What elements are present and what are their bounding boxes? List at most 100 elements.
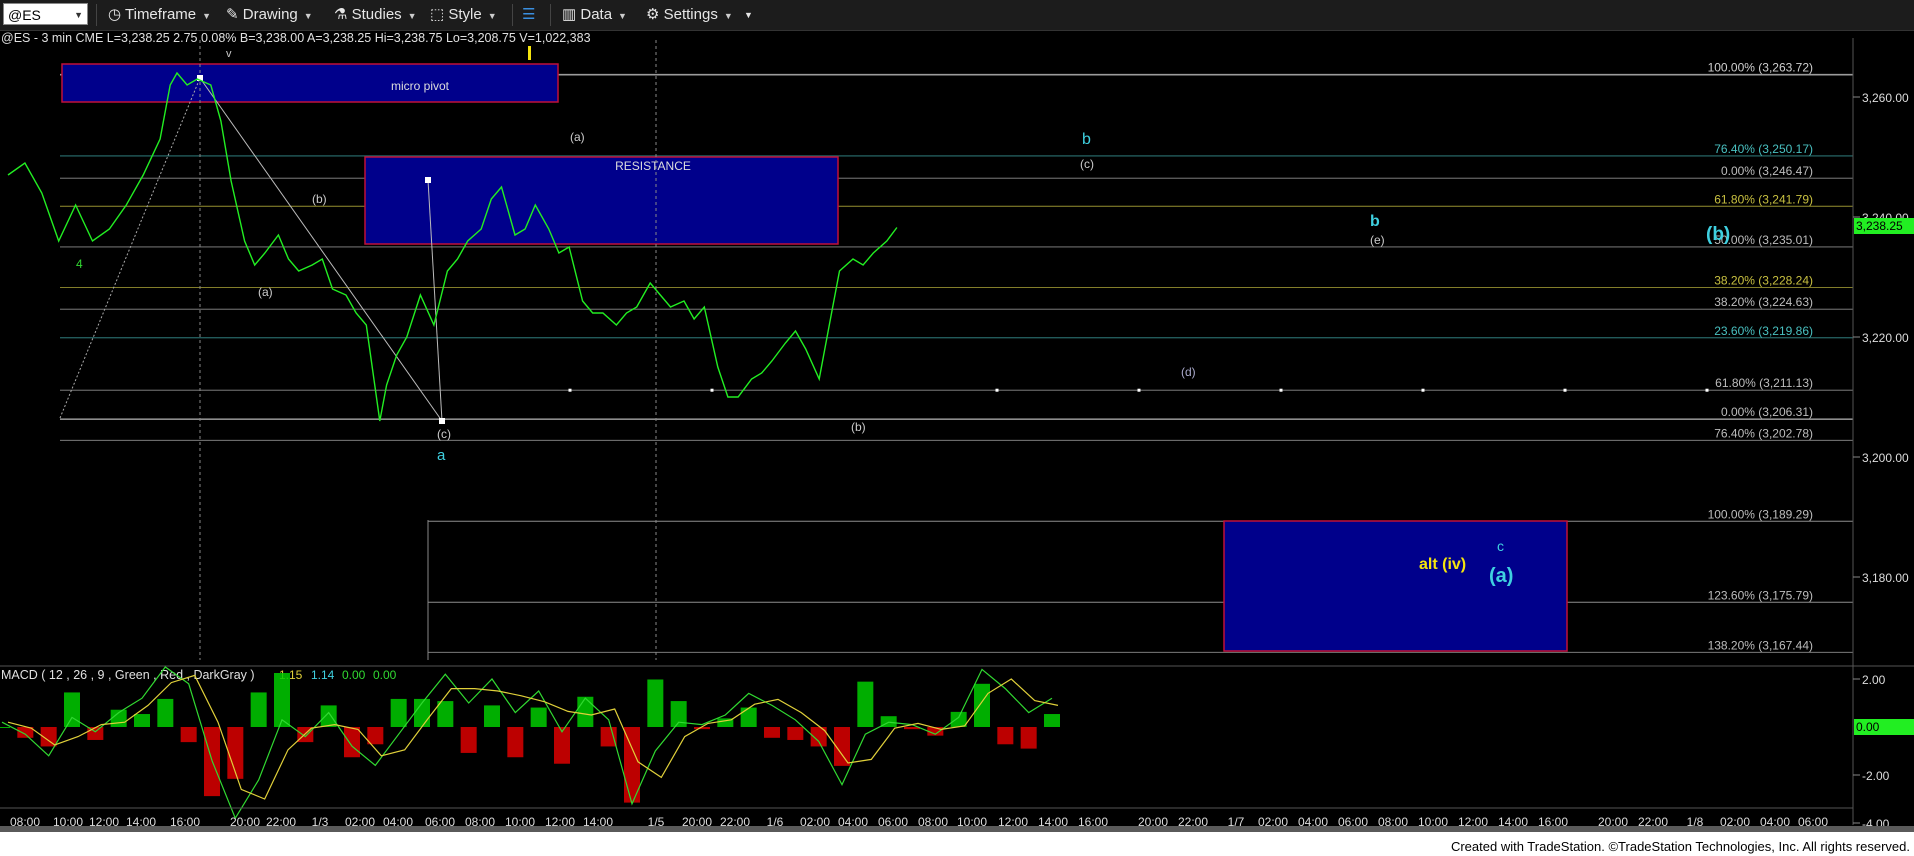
- projection-dot: [568, 388, 572, 392]
- wave-4-label: 4: [76, 257, 83, 271]
- macd-value-3: 0.00: [342, 668, 366, 682]
- wave-a-small2-label: (a): [570, 130, 585, 144]
- fib-label: 0.00% (3,246.47): [1721, 164, 1813, 178]
- wave-v-label: v: [226, 48, 232, 60]
- macd-hist-bar: [974, 683, 990, 727]
- macd-hist-bar: [1044, 714, 1060, 727]
- wave-e-label: (e): [1370, 233, 1385, 247]
- fib-label: 100.00% (3,263.72): [1708, 61, 1813, 75]
- flask-icon: ⚗: [334, 6, 348, 23]
- macd-hist-bar: [950, 711, 967, 727]
- macd-hist-bar: [180, 727, 197, 743]
- gear-icon: ⚙: [646, 6, 660, 23]
- macd-hist-bar: [320, 705, 337, 727]
- pencil-icon: ✎: [226, 6, 239, 23]
- drawing-button[interactable]: ✎ Drawing ▼: [226, 4, 313, 26]
- macd-hist-bar: [460, 727, 477, 753]
- macd-histogram: [0, 673, 1060, 803]
- chevron-down-icon[interactable]: ▼: [74, 4, 83, 26]
- macd-line: [1, 666, 1053, 820]
- macd-hist-bar: [997, 727, 1014, 745]
- macd-hist-bar: [530, 707, 547, 727]
- fib-label: 61.80% (3,211.13): [1715, 376, 1813, 390]
- chevron-down-icon[interactable]: ▼: [744, 4, 753, 26]
- macd-zero-label: 0.00: [1856, 720, 1880, 734]
- fib-label: 138.20% (3,167.44): [1708, 638, 1813, 652]
- projection-dot: [710, 388, 714, 392]
- wave-lines: [59, 40, 657, 660]
- macd-hist-bar: [134, 714, 150, 727]
- signal-line: [7, 674, 1059, 800]
- symbol-input[interactable]: @ES ▼: [3, 3, 88, 25]
- price-tick-label: 3,220.00: [1862, 331, 1909, 345]
- macd-hist-bar: [274, 673, 290, 727]
- style-icon: ⬚: [430, 6, 445, 23]
- resistance-label: RESISTANCE: [615, 159, 691, 173]
- macd-hist-bar: [740, 707, 757, 727]
- macd-hist-bar: [0, 727, 10, 728]
- wave-b-small-label: (b): [312, 192, 327, 206]
- macd-hist-bar: [64, 692, 80, 727]
- macd-hist-bar: [367, 727, 384, 745]
- style-button[interactable]: ⬚ Style ▼: [430, 4, 497, 26]
- wave-B-big-label: (b): [1706, 224, 1730, 245]
- fib-label: 76.40% (3,250.17): [1714, 142, 1813, 156]
- studies-button[interactable]: ⚗ Studies ▼: [334, 4, 417, 26]
- fib-label: 76.40% (3,202.78): [1714, 426, 1813, 440]
- settings-label: Settings: [663, 6, 718, 23]
- price-tick-label: 3,180.00: [1862, 571, 1909, 585]
- target-box: [1223, 520, 1568, 652]
- fib-label: 123.60% (3,175.79): [1708, 588, 1813, 602]
- wave-c-cyan-label: c: [1497, 538, 1504, 554]
- time-axis: 08:00 10:00 12:00 14:00 16:00 20:00 22:00 1/3 02…: [0, 807, 1853, 827]
- price-chart[interactable]: @ES - 3 min CME L=3,238.25 2.75 0.08% B=…: [0, 31, 1914, 827]
- macd-hist-bar: [787, 727, 804, 740]
- toolbar-divider: [550, 4, 551, 26]
- timeframe-button[interactable]: ◷ Timeframe ▼: [108, 4, 211, 26]
- projection-dot: [995, 388, 999, 392]
- fib-label: 38.20% (3,224.63): [1714, 295, 1813, 309]
- alt-iv-label: alt (iv): [1419, 556, 1466, 573]
- chevron-down-icon: ▼: [618, 11, 627, 21]
- macd-hist-bar: [390, 698, 407, 727]
- style-label: Style: [448, 6, 482, 23]
- wave-b-right-label: b: [1370, 213, 1380, 230]
- projection-dot: [1563, 388, 1567, 392]
- macd-tick-label: 2.00: [1862, 673, 1886, 687]
- price-axis: 3,180.003,200.003,220.003,240.003,260.00: [1853, 91, 1909, 585]
- macd-hist-bar: [507, 727, 524, 758]
- chart-toolbar: @ES ▼ ◷ Timeframe ▼ ✎ Drawing ▼ ⚗ Studies ▼ …: [0, 0, 1914, 31]
- fib-levels: 100.00% (3,263.72) 76.40% (3,250.17) 0.00%…: [60, 61, 1853, 653]
- wave-c-small-label: (c): [437, 427, 451, 441]
- projection-dot: [1137, 388, 1141, 392]
- macd-hist-bar: [577, 696, 594, 727]
- wave-A-big-label: (a): [1489, 565, 1513, 587]
- wave-c-top-label: (c): [1080, 157, 1094, 171]
- macd-value-2: 1.14: [311, 668, 335, 682]
- macd-hist-bar: [484, 705, 500, 727]
- wave-a-label: a: [437, 447, 446, 464]
- price-tick-label: 3,260.00: [1862, 91, 1909, 105]
- macd-tick-label: -2.00: [1862, 769, 1890, 783]
- macd-hist-bar: [1020, 727, 1037, 749]
- price-tick-label: 3,200.00: [1862, 451, 1909, 465]
- last-price-label: 3,238.25: [1856, 219, 1903, 233]
- projection-dot: [1279, 388, 1283, 392]
- settings-button[interactable]: ⚙ Settings ▼: [646, 4, 733, 26]
- data-label: Data: [580, 6, 613, 23]
- chevron-down-icon: ▼: [303, 11, 313, 21]
- projection-dot: [1705, 388, 1709, 392]
- symbol-header: @ES - 3 min CME L=3,238.25 2.75 0.08% B=…: [1, 31, 591, 45]
- data-button[interactable]: ▥ Data ▼: [562, 4, 627, 26]
- resistance-box: [364, 156, 839, 245]
- macd-hist-bar: [764, 727, 780, 738]
- layout-icon[interactable]: ☰: [522, 4, 535, 26]
- wave-a-small-label: (a): [258, 285, 273, 299]
- wave-b-small2-label: (b): [851, 420, 866, 434]
- macd-hist-bar: [600, 727, 617, 747]
- macd-hist-bar: [857, 681, 874, 727]
- clock-icon: ◷: [108, 6, 122, 23]
- footer-credit: Created with TradeStation. ©TradeStation…: [1450, 839, 1910, 854]
- wave-annotations: 4 v (b) (a) (a) (c) a (b) b (c) b (e) (d…: [76, 48, 1730, 587]
- bar-chart-icon: ▥: [562, 6, 577, 23]
